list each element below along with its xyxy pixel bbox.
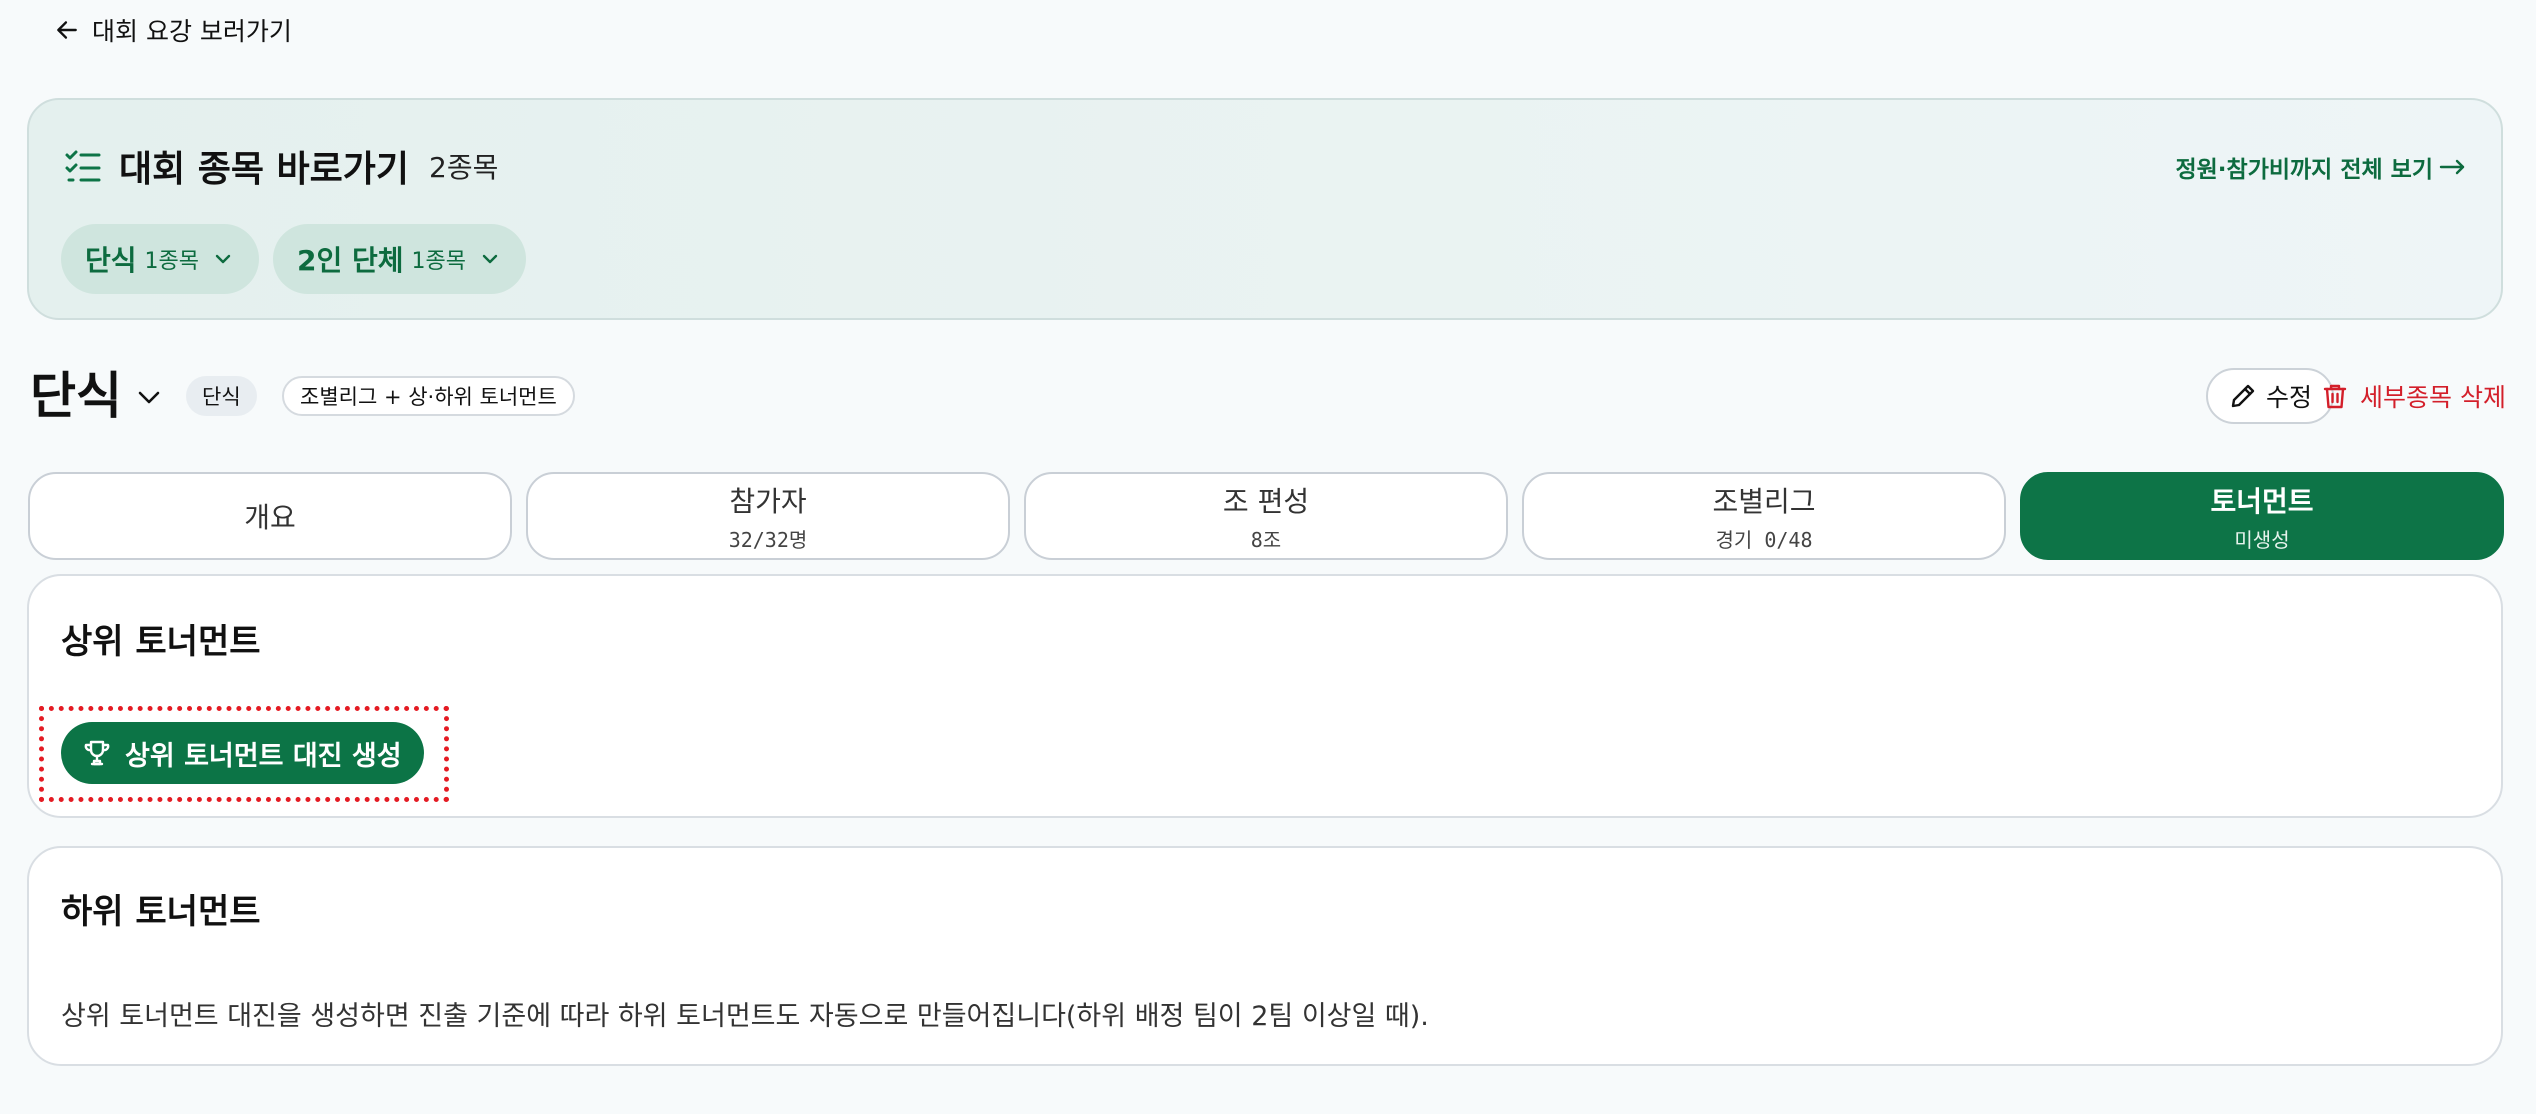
trash-icon bbox=[2323, 384, 2347, 409]
tab-sublabel: 경기 0/48 bbox=[1715, 527, 1813, 552]
back-link-label: 대회 요강 보러가기 bbox=[92, 17, 292, 46]
shortcut-count: 2종목 bbox=[429, 151, 499, 184]
chip-count: 1종목 bbox=[411, 249, 467, 274]
shortcut-title: 대회 종목 바로가기 bbox=[119, 149, 410, 190]
chip-singles[interactable]: 단식 1종목 bbox=[61, 224, 260, 294]
tab-label: 개요 bbox=[244, 501, 296, 534]
tab-overview[interactable]: 개요 bbox=[28, 472, 512, 560]
arrow-right-icon bbox=[2439, 159, 2465, 175]
edit-button[interactable]: 수정 bbox=[2205, 368, 2334, 424]
view-all-label: 정원·참가비까지 전체 보기 bbox=[2175, 157, 2433, 183]
chip-name: 단식 bbox=[85, 244, 137, 277]
checklist-icon bbox=[63, 146, 103, 186]
event-tabs: 개요 참가자 32/32명 조 편성 8조 조별리그 경기 0/48 토너먼트 … bbox=[28, 472, 2504, 560]
tab-tournament[interactable]: 토너먼트 미생성 bbox=[2020, 472, 2504, 560]
upper-tournament-title: 상위 토너먼트 bbox=[61, 622, 261, 662]
tab-group-draw[interactable]: 조 편성 8조 bbox=[1024, 472, 1508, 560]
event-type-badge: 단식 bbox=[186, 376, 257, 416]
tab-label: 조 편성 bbox=[1222, 484, 1310, 518]
tab-group-league[interactable]: 조별리그 경기 0/48 bbox=[1522, 472, 2006, 560]
view-all-link[interactable]: 정원·참가비까지 전체 보기 bbox=[2175, 150, 2467, 184]
event-title: 단식 bbox=[30, 367, 122, 425]
chip-name: 2인 단체 bbox=[297, 244, 404, 277]
tab-label: 조별리그 bbox=[1712, 484, 1816, 518]
arrow-left-icon bbox=[57, 21, 77, 39]
chip-count: 1종목 bbox=[144, 249, 200, 274]
tab-sublabel: 8조 bbox=[1250, 527, 1282, 552]
tab-sublabel: 32/32명 bbox=[728, 527, 808, 552]
lower-tournament-card: 하위 토너먼트 상위 토너먼트 대진을 생성하면 진출 기준에 따라 하위 토너… bbox=[27, 846, 2503, 1066]
event-shortcut-panel: 대회 종목 바로가기 2종목 정원·참가비까지 전체 보기 단식 1종목 2인 … bbox=[27, 98, 2503, 320]
upper-tournament-card: 상위 토너먼트 상위 토너먼트 대진 생성 bbox=[27, 574, 2503, 818]
chevron-down-icon bbox=[215, 254, 231, 264]
tab-label: 참가자 bbox=[729, 484, 807, 518]
event-header: 단식 단식 조별리그 + 상·하위 토너먼트 수정 세부종목 삭제 bbox=[30, 360, 2506, 432]
event-format-badge: 조별리그 + 상·하위 토너먼트 bbox=[282, 376, 575, 416]
tab-participants[interactable]: 참가자 32/32명 bbox=[526, 472, 1010, 560]
lower-tournament-description: 상위 토너먼트 대진을 생성하면 진출 기준에 따라 하위 토너먼트도 자동으로… bbox=[61, 1001, 1429, 1032]
generate-upper-bracket-button[interactable]: 상위 토너먼트 대진 생성 bbox=[61, 722, 424, 784]
delete-label: 세부종목 삭제 bbox=[2360, 383, 2506, 412]
tab-label: 토너먼트 bbox=[2210, 484, 2314, 518]
tab-sublabel: 미생성 bbox=[2234, 527, 2290, 552]
edit-label: 수정 bbox=[2265, 383, 2312, 412]
lower-tournament-title: 하위 토너먼트 bbox=[61, 892, 261, 932]
chevron-down-icon bbox=[482, 254, 498, 264]
trophy-icon bbox=[84, 740, 110, 766]
chip-team-of-two[interactable]: 2인 단체 1종목 bbox=[273, 224, 527, 294]
delete-sub-event-button[interactable]: 세부종목 삭제 bbox=[2320, 368, 2506, 424]
shortcut-header: 대회 종목 바로가기 2종목 bbox=[63, 140, 498, 192]
back-to-guidelines-link[interactable]: 대회 요강 보러가기 bbox=[54, 12, 292, 48]
event-chip-row: 단식 1종목 2인 단체 1종목 bbox=[61, 224, 527, 294]
pencil-icon bbox=[2231, 384, 2255, 408]
chevron-down-icon[interactable] bbox=[134, 382, 164, 412]
generate-label: 상위 토너먼트 대진 생성 bbox=[125, 740, 402, 772]
